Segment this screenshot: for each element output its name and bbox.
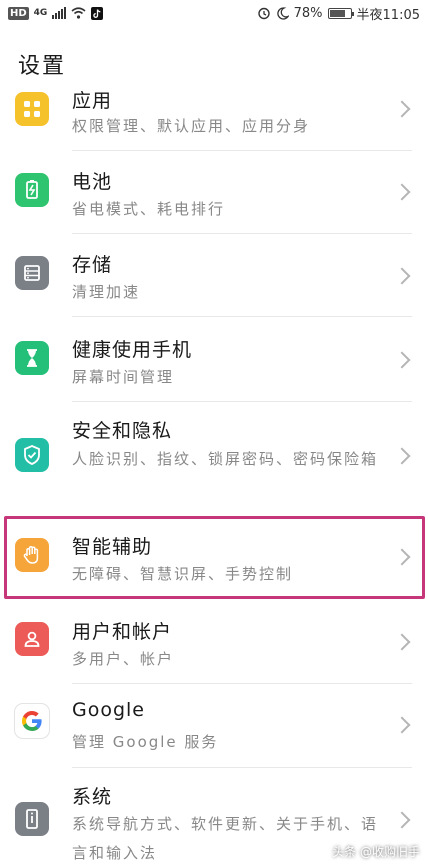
highlight-frame: [4, 516, 425, 599]
chevron-right-icon: [393, 716, 411, 734]
status-bar: HD 4G 78% 半夜11:05: [0, 0, 428, 26]
moon-icon: [276, 6, 289, 20]
chevron-right-icon: [393, 633, 411, 651]
item-subtitle: 权限管理、默认应用、应用分身: [72, 117, 311, 135]
item-subtitle: 屏幕时间管理: [72, 368, 175, 386]
page-title: 设置: [18, 54, 67, 79]
user-icon: [15, 622, 49, 656]
battery-icon: [15, 173, 49, 207]
item-title: 电池: [72, 171, 113, 193]
apps-grid-icon: [15, 92, 49, 126]
item-subtitle: 管理 Google 服务: [72, 733, 219, 751]
storage-icon: [15, 256, 49, 290]
item-title: 安全和隐私: [72, 420, 173, 442]
settings-item-battery[interactable]: 电池 省电模式、耗电排行: [0, 151, 428, 234]
battery-icon: [327, 7, 354, 19]
google-icon: [15, 704, 49, 738]
settings-item-digital-balance[interactable]: 健康使用手机 屏幕时间管理: [0, 317, 428, 402]
network-type: 4G: [33, 8, 48, 18]
battery-percent: 78%: [293, 5, 323, 21]
item-title: Google: [72, 699, 146, 721]
tiktok-icon: [91, 6, 104, 20]
settings-item-storage[interactable]: 存储 清理加速: [0, 234, 428, 317]
system-icon: [15, 802, 49, 836]
watermark: 头条 @收购旧手: [332, 845, 420, 859]
item-subtitle: 人脸识别、指纹、锁屏密码、密码保险箱: [72, 450, 379, 468]
item-title: 健康使用手机: [72, 339, 193, 361]
item-subtitle: 省电模式、耗电排行: [72, 200, 226, 218]
item-title: 系统: [72, 786, 113, 808]
clock: 半夜11:05: [356, 7, 420, 23]
item-title: 应用: [72, 90, 113, 112]
chevron-right-icon: [393, 100, 411, 118]
wifi-icon: [71, 7, 86, 19]
settings-item-google[interactable]: Google 管理 Google 服务: [0, 684, 428, 768]
chevron-right-icon: [393, 267, 411, 285]
item-subtitle: 多用户、帐户: [72, 650, 175, 668]
item-subtitle: 清理加速: [72, 283, 141, 301]
settings-item-apps[interactable]: 应用 权限管理、默认应用、应用分身: [0, 84, 428, 151]
chevron-right-icon: [393, 811, 411, 829]
status-left: HD 4G: [8, 6, 104, 20]
signal-icon: [52, 7, 67, 19]
item-title: 用户和帐户: [72, 621, 173, 643]
shield-icon: [15, 438, 49, 472]
item-title: 存储: [72, 254, 113, 276]
hourglass-icon: [15, 341, 49, 375]
hd-badge: HD: [8, 6, 29, 20]
chevron-right-icon: [393, 447, 411, 465]
alarm-icon: [257, 7, 270, 20]
status-right: 78% 半夜11:05: [257, 4, 420, 23]
chevron-right-icon: [393, 351, 411, 369]
settings-item-users-accounts[interactable]: 用户和帐户 多用户、帐户: [0, 600, 428, 684]
chevron-right-icon: [393, 183, 411, 201]
settings-item-security-privacy[interactable]: 安全和隐私 人脸识别、指纹、锁屏密码、密码保险箱: [0, 402, 428, 513]
